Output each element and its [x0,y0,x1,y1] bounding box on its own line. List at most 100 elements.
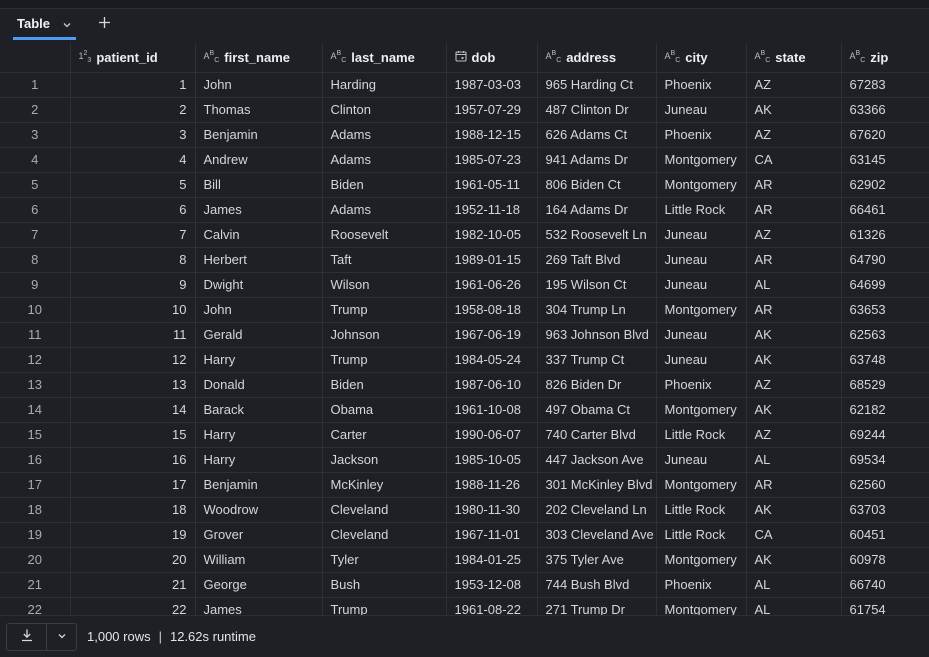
cell-city[interactable]: Little Rock [656,422,747,448]
cell-city[interactable]: Montgomery [656,547,747,573]
cell-first-name[interactable]: Andrew [195,147,323,173]
cell-last-name[interactable]: Jackson [322,447,447,473]
cell-dob[interactable]: 1985-07-23 [446,147,538,173]
cell-city[interactable]: Phoenix [656,372,747,398]
cell-city[interactable]: Juneau [656,247,747,273]
cell-address[interactable]: 202 Cleveland Ln [537,497,657,523]
cell-patient-id[interactable]: 20 [70,547,196,573]
cell-dob[interactable]: 1953-12-08 [446,572,538,598]
cell-last-name[interactable]: Obama [322,397,447,423]
cell-dob[interactable]: 1967-11-01 [446,522,538,548]
cell-patient-id[interactable]: 6 [70,197,196,223]
cell-last-name[interactable]: Trump [322,597,447,615]
cell-state[interactable]: AL [746,272,842,298]
cell-dob[interactable]: 1952-11-18 [446,197,538,223]
cell-address[interactable]: 487 Clinton Dr [537,97,657,123]
cell-patient-id[interactable]: 12 [70,347,196,373]
cell-last-name[interactable]: Adams [322,147,447,173]
cell-zip[interactable]: 63748 [841,347,929,373]
cell-state[interactable]: AR [746,197,842,223]
cell-dob[interactable]: 1961-10-08 [446,397,538,423]
cell-dob[interactable]: 1990-06-07 [446,422,538,448]
cell-state[interactable]: AK [746,547,842,573]
cell-state[interactable]: AR [746,297,842,323]
cell-first-name[interactable]: Calvin [195,222,323,248]
cell-state[interactable]: AZ [746,122,842,148]
cell-state[interactable]: AK [746,97,842,123]
cell-state[interactable]: CA [746,147,842,173]
cell-city[interactable]: Juneau [656,447,747,473]
cell-patient-id[interactable]: 21 [70,572,196,598]
cell-dob[interactable]: 1961-05-11 [446,172,538,198]
cell-address[interactable]: 532 Roosevelt Ln [537,222,657,248]
cell-last-name[interactable]: Wilson [322,272,447,298]
cell-last-name[interactable]: Cleveland [322,497,447,523]
cell-address[interactable]: 447 Jackson Ave [537,447,657,473]
cell-zip[interactable]: 60451 [841,522,929,548]
cell-zip[interactable]: 63703 [841,497,929,523]
cell-first-name[interactable]: Woodrow [195,497,323,523]
cell-patient-id[interactable]: 5 [70,172,196,198]
cell-zip[interactable]: 61754 [841,597,929,615]
cell-first-name[interactable]: Harry [195,347,323,373]
cell-city[interactable]: Phoenix [656,122,747,148]
column-header-dob[interactable]: dob [446,43,538,73]
cell-first-name[interactable]: John [195,297,323,323]
download-options-button[interactable] [47,624,76,650]
cell-last-name[interactable]: Adams [322,197,447,223]
cell-patient-id[interactable]: 13 [70,372,196,398]
cell-first-name[interactable]: Benjamin [195,122,323,148]
cell-address[interactable]: 826 Biden Dr [537,372,657,398]
cell-city[interactable]: Phoenix [656,572,747,598]
column-header-last-name[interactable]: ABC last_name [322,43,447,73]
cell-zip[interactable]: 62902 [841,172,929,198]
cell-dob[interactable]: 1961-08-22 [446,597,538,615]
cell-last-name[interactable]: McKinley [322,472,447,498]
cell-city[interactable]: Juneau [656,222,747,248]
cell-first-name[interactable]: Thomas [195,97,323,123]
cell-dob[interactable]: 1967-06-19 [446,322,538,348]
cell-last-name[interactable]: Johnson [322,322,447,348]
cell-address[interactable]: 195 Wilson Ct [537,272,657,298]
column-header-state[interactable]: ABC state [746,43,842,73]
cell-dob[interactable]: 1989-01-15 [446,247,538,273]
cell-last-name[interactable]: Adams [322,122,447,148]
cell-address[interactable]: 375 Tyler Ave [537,547,657,573]
column-header-patient-id[interactable]: 123 patient_id [70,43,196,73]
cell-last-name[interactable]: Carter [322,422,447,448]
cell-patient-id[interactable]: 15 [70,422,196,448]
cell-patient-id[interactable]: 1 [70,72,196,98]
cell-state[interactable]: AZ [746,72,842,98]
cell-zip[interactable]: 62182 [841,397,929,423]
cell-state[interactable]: AR [746,247,842,273]
cell-zip[interactable]: 68529 [841,372,929,398]
cell-zip[interactable]: 62560 [841,472,929,498]
cell-state[interactable]: CA [746,522,842,548]
cell-first-name[interactable]: William [195,547,323,573]
cell-dob[interactable]: 1982-10-05 [446,222,538,248]
cell-address[interactable]: 337 Trump Ct [537,347,657,373]
cell-first-name[interactable]: Harry [195,447,323,473]
cell-city[interactable]: Juneau [656,322,747,348]
cell-address[interactable]: 740 Carter Blvd [537,422,657,448]
cell-dob[interactable]: 1987-06-10 [446,372,538,398]
cell-zip[interactable]: 60978 [841,547,929,573]
cell-city[interactable]: Juneau [656,347,747,373]
cell-patient-id[interactable]: 18 [70,497,196,523]
cell-address[interactable]: 301 McKinley Blvd [537,472,657,498]
cell-first-name[interactable]: John [195,72,323,98]
cell-dob[interactable]: 1987-03-03 [446,72,538,98]
cell-patient-id[interactable]: 11 [70,322,196,348]
cell-dob[interactable]: 1957-07-29 [446,97,538,123]
column-header-city[interactable]: ABC city [656,43,747,73]
cell-zip[interactable]: 63653 [841,297,929,323]
chevron-down-icon[interactable] [62,18,72,28]
cell-first-name[interactable]: Donald [195,372,323,398]
cell-address[interactable]: 626 Adams Ct [537,122,657,148]
cell-address[interactable]: 963 Johnson Blvd [537,322,657,348]
cell-first-name[interactable]: Dwight [195,272,323,298]
cell-address[interactable]: 744 Bush Blvd [537,572,657,598]
cell-patient-id[interactable]: 8 [70,247,196,273]
cell-zip[interactable]: 66461 [841,197,929,223]
cell-dob[interactable]: 1958-08-18 [446,297,538,323]
